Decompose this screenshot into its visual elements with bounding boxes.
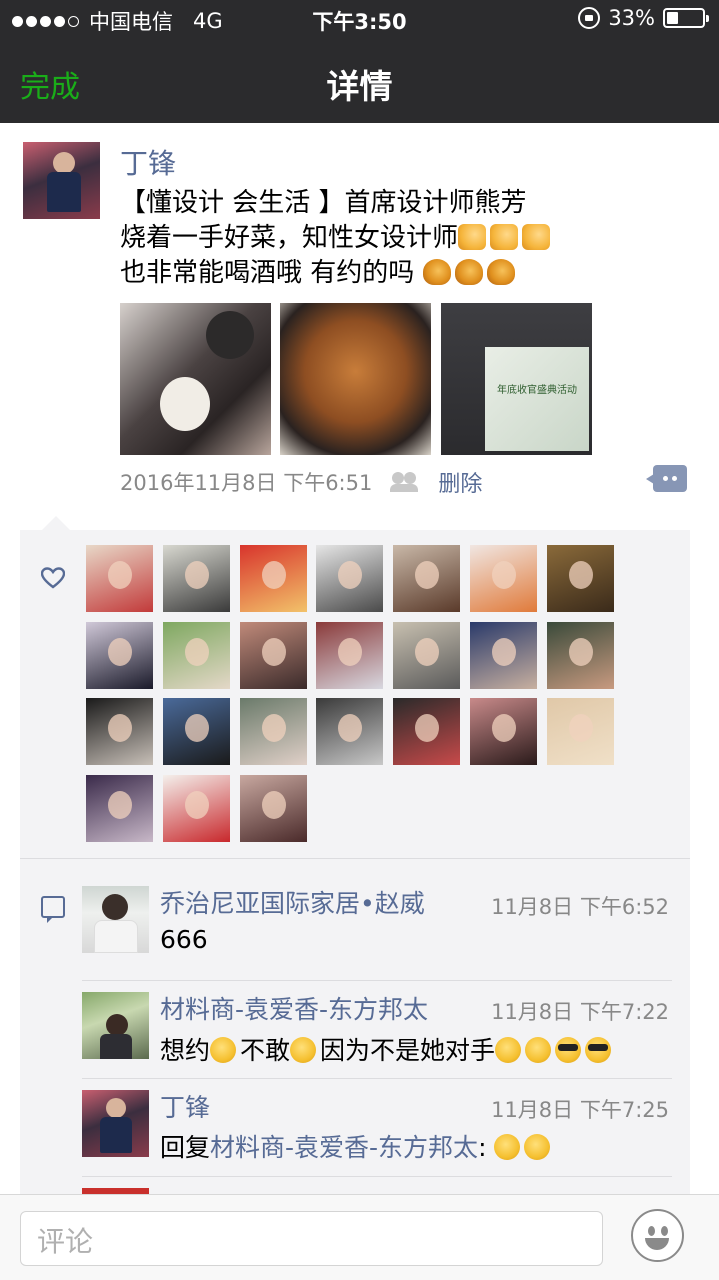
- delete-link[interactable]: 删除: [438, 466, 482, 498]
- comment-divider: [82, 1176, 672, 1177]
- comment-input-bar: 评论: [0, 1194, 719, 1280]
- friends-visibility-icon: [390, 472, 422, 492]
- orientation-lock-icon: [578, 7, 601, 29]
- post-meta: 2016年11月8日 下午6:51 删除: [120, 466, 482, 498]
- battery-percent: 33%: [608, 6, 655, 30]
- sunglasses-emoji-icon: [585, 1037, 612, 1063]
- liker-avatar[interactable]: [239, 698, 307, 765]
- snail-emoji-icon: [454, 259, 483, 285]
- heart-icon: [41, 567, 65, 589]
- liker-avatar[interactable]: [86, 774, 153, 842]
- commenter-name[interactable]: 乔治尼亚国际家居•赵威: [160, 884, 425, 920]
- liker-avatar[interactable]: [86, 621, 153, 689]
- liker-avatar[interactable]: [546, 698, 614, 765]
- comment-text: 想约 不敢 因为不是她对手: [160, 1031, 615, 1067]
- panel-pointer: [42, 516, 70, 530]
- comment-time: 11月8日 下午7:22: [491, 1000, 669, 1024]
- thinking-emoji-icon: [524, 1134, 551, 1160]
- battery-icon: [663, 8, 709, 28]
- thinking-emoji-icon: [210, 1037, 237, 1063]
- comment-text: 666: [160, 925, 208, 954]
- liker-avatar[interactable]: [393, 545, 461, 612]
- thinking-emoji-icon: [494, 1134, 521, 1160]
- panel-divider: [20, 858, 690, 859]
- post-datetime: 2016年11月8日 下午6:51: [120, 471, 373, 495]
- post-text-line: 烧着一手好菜，知性女设计师: [120, 221, 680, 256]
- comment-input[interactable]: 评论: [20, 1211, 603, 1266]
- liker-avatar[interactable]: [86, 698, 153, 765]
- liker-avatar[interactable]: [393, 698, 461, 765]
- post-photo[interactable]: [120, 303, 271, 455]
- commenter-avatar[interactable]: [82, 992, 149, 1059]
- liker-avatar[interactable]: [470, 621, 537, 689]
- photo-grid: 年底收官盛典活动: [120, 303, 600, 455]
- thumbs-up-emoji-icon: [522, 224, 551, 250]
- post-text: 【懂设计 会生活 】首席设计师熊芳 烧着一手好菜，知性女设计师 也非常能喝酒哦 …: [120, 186, 680, 291]
- liker-avatar[interactable]: [162, 774, 230, 842]
- post-text-line: 【懂设计 会生活 】首席设计师熊芳: [120, 188, 527, 218]
- photo-caption: 年底收官盛典活动: [497, 385, 577, 396]
- tongue-emoji-icon: [495, 1037, 522, 1063]
- snail-emoji-icon: [486, 259, 515, 285]
- comment-text: 回复材料商-袁爱香-东方邦太:: [160, 1128, 554, 1164]
- liker-avatar[interactable]: [393, 621, 461, 689]
- thumbs-up-emoji-icon: [490, 224, 519, 250]
- top-bar: 中国电信 4G 下午3:50 33% 完成 详情: [0, 0, 719, 123]
- liker-avatar[interactable]: [239, 774, 307, 842]
- sunglasses-emoji-icon: [555, 1037, 582, 1063]
- liker-avatar[interactable]: [162, 621, 230, 689]
- liker-avatar[interactable]: [239, 621, 307, 689]
- commenter-name[interactable]: 丁锋: [160, 1088, 210, 1124]
- post-photo[interactable]: [280, 303, 431, 455]
- liker-avatar[interactable]: [546, 621, 614, 689]
- liker-avatar[interactable]: [162, 698, 230, 765]
- commenter-name[interactable]: 材料商-袁爱香-东方邦太: [160, 990, 428, 1026]
- status-bar: 中国电信 4G 下午3:50 33%: [0, 0, 719, 40]
- post-photo[interactable]: 年底收官盛典活动: [441, 303, 592, 455]
- commenter-avatar[interactable]: [82, 886, 149, 953]
- commenter-avatar[interactable]: [82, 1090, 149, 1157]
- author-name[interactable]: 丁锋: [120, 142, 176, 182]
- comment-divider: [82, 980, 672, 981]
- post-text-line: 也非常能喝酒哦 有约的吗: [120, 256, 680, 291]
- liker-avatar[interactable]: [470, 545, 537, 612]
- liker-avatar[interactable]: [316, 621, 384, 689]
- comment-icon: [41, 896, 65, 923]
- comment-time: 11月8日 下午7:25: [491, 1098, 669, 1122]
- snail-emoji-icon: [422, 259, 451, 285]
- comment-time: 11月8日 下午6:52: [491, 895, 669, 919]
- liker-avatar[interactable]: [546, 545, 614, 612]
- liker-avatar[interactable]: [86, 545, 153, 612]
- liker-avatar[interactable]: [316, 545, 384, 612]
- liker-avatar[interactable]: [316, 698, 384, 765]
- thumbs-up-emoji-icon: [458, 224, 487, 250]
- worried-emoji-icon: [290, 1037, 317, 1063]
- comment-action-button[interactable]: [646, 465, 687, 492]
- author-avatar[interactable]: [23, 142, 100, 219]
- tongue-emoji-icon: [525, 1037, 552, 1063]
- emoji-button[interactable]: [631, 1209, 684, 1262]
- liker-avatar[interactable]: [162, 545, 230, 612]
- page-title: 详情: [326, 67, 393, 106]
- liker-avatar[interactable]: [239, 545, 307, 612]
- comment-divider: [82, 1078, 672, 1079]
- reply-target-name[interactable]: 材料商-袁爱香-东方邦太: [210, 1133, 478, 1162]
- liker-avatar[interactable]: [470, 698, 537, 765]
